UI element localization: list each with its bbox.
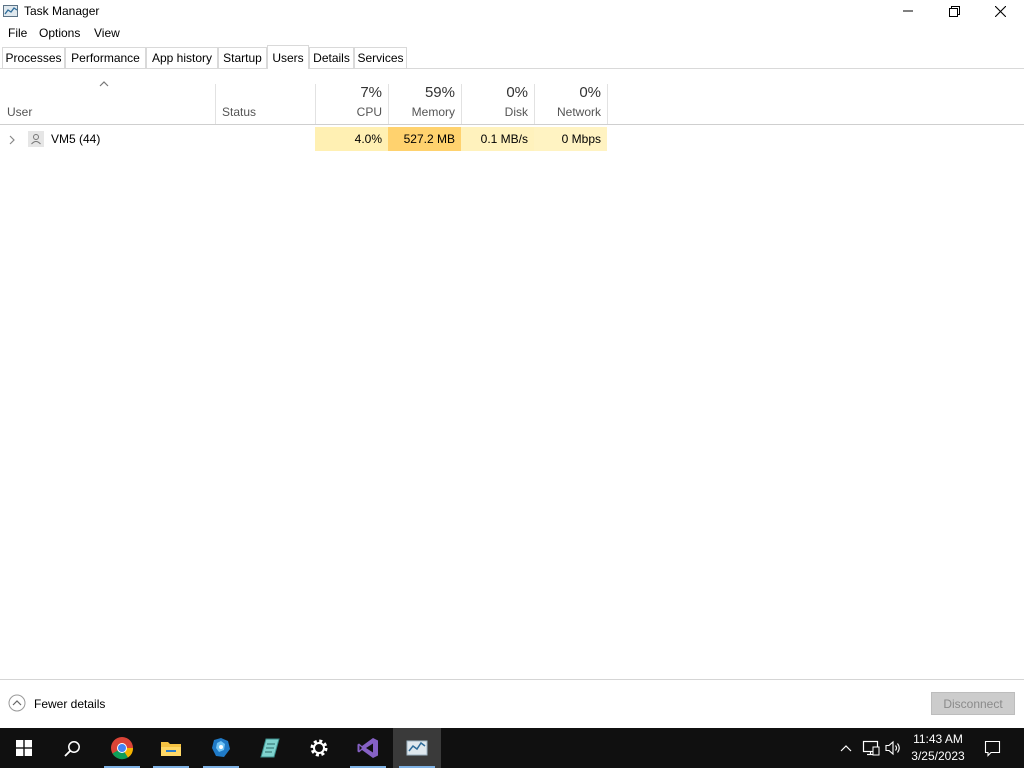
column-header-memory[interactable]: 59% Memory	[389, 84, 461, 124]
tab-startup[interactable]: Startup	[218, 47, 267, 68]
task-manager-icon[interactable]	[393, 728, 441, 768]
tab-processes[interactable]: Processes	[2, 47, 65, 68]
clock-date: 3/25/2023	[911, 749, 965, 763]
menu-file[interactable]: File	[8, 26, 27, 40]
taskbar: 11:43 AM 3/25/2023	[0, 728, 1024, 768]
disconnect-button[interactable]: Disconnect	[931, 692, 1015, 715]
cell-network: 0 Mbps	[534, 127, 607, 151]
app-icon[interactable]	[197, 728, 245, 768]
cell-memory: 527.2 MB	[388, 127, 461, 151]
column-label-network: Network	[556, 105, 601, 119]
clock-time: 11:43 AM	[913, 732, 963, 746]
column-label-cpu: CPU	[356, 105, 382, 119]
disk-total-percent: 0%	[506, 84, 528, 101]
title-bar: Task Manager	[0, 0, 1024, 22]
close-icon	[994, 5, 1006, 17]
table-row[interactable]: VM5 (44) 4.0% 527.2 MB 0.1 MB/s 0 Mbps	[0, 127, 1024, 151]
visual-studio-icon[interactable]	[344, 728, 392, 768]
column-header-disk[interactable]: 0% Disk	[462, 84, 534, 124]
minimize-icon	[903, 10, 913, 12]
tab-app-history[interactable]: App history	[146, 47, 218, 68]
tab-details[interactable]: Details	[309, 47, 354, 68]
search-icon[interactable]	[48, 728, 96, 768]
tab-services[interactable]: Services	[354, 47, 407, 68]
header-divider	[0, 124, 1024, 125]
cell-disk: 0.1 MB/s	[461, 127, 534, 151]
column-header-user[interactable]: User	[0, 84, 215, 124]
column-label-memory: Memory	[411, 105, 455, 119]
menu-options[interactable]: Options	[39, 26, 80, 40]
restore-button[interactable]	[931, 0, 977, 22]
column-label-disk: Disk	[504, 105, 528, 119]
column-label-status: Status	[222, 105, 257, 119]
column-header-cpu[interactable]: 7% CPU	[316, 84, 388, 124]
task-manager-app-icon	[3, 4, 19, 18]
action-center-icon[interactable]	[980, 728, 1004, 768]
expand-chevron-icon[interactable]	[8, 134, 16, 145]
memory-total-percent: 59%	[424, 84, 455, 101]
footer-divider	[0, 679, 1024, 680]
column-divider[interactable]	[607, 84, 608, 124]
fewer-details-link[interactable]: Fewer details	[34, 697, 105, 711]
user-name: VM5 (44)	[51, 132, 101, 146]
menu-bar: File Options View	[0, 23, 1024, 43]
tab-bar: Processes Performance App history Startu…	[0, 45, 1024, 69]
column-label-user: User	[7, 105, 33, 119]
taskbar-clock[interactable]: 11:43 AM 3/25/2023	[905, 731, 971, 765]
tab-performance[interactable]: Performance	[65, 47, 146, 68]
minimize-button[interactable]	[885, 0, 931, 22]
cell-status	[216, 127, 315, 151]
restore-icon	[948, 5, 960, 17]
notepad-icon[interactable]	[246, 728, 294, 768]
windows-start-icon[interactable]	[0, 728, 48, 768]
column-header-status[interactable]: Status	[216, 84, 315, 124]
cpu-total-percent: 7%	[360, 84, 382, 101]
chrome-icon[interactable]	[98, 728, 146, 768]
menu-view[interactable]: View	[94, 26, 120, 40]
window-title: Task Manager	[24, 4, 100, 18]
show-hidden-icons-chevron-icon[interactable]	[838, 728, 854, 768]
network-total-percent: 0%	[579, 84, 601, 101]
cell-cpu: 4.0%	[315, 127, 388, 151]
fewer-details-icon[interactable]	[8, 694, 26, 712]
volume-icon[interactable]	[884, 728, 904, 768]
tab-users[interactable]: Users	[267, 45, 309, 69]
column-header-network[interactable]: 0% Network	[535, 84, 607, 124]
user-avatar-icon	[28, 131, 44, 147]
settings-icon[interactable]	[295, 728, 343, 768]
close-button[interactable]	[977, 0, 1023, 22]
network-icon[interactable]	[860, 728, 882, 768]
file-explorer-icon[interactable]	[147, 728, 195, 768]
